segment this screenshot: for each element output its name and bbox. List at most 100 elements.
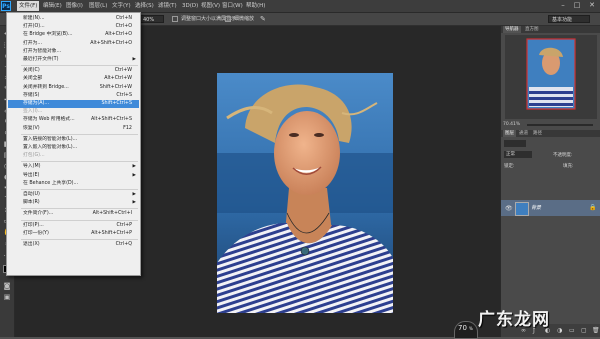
menu-item-label: 打开为... bbox=[23, 40, 42, 46]
menu-item-label: 打开为智能对象... bbox=[23, 48, 62, 54]
file-menu-item[interactable]: 最近打开文件(T) ▶ bbox=[8, 56, 139, 64]
menu-item-shortcut: Alt+Shift+Ctrl+O bbox=[90, 40, 132, 46]
menu-7[interactable]: 3D(D) bbox=[180, 1, 200, 11]
zoom-percent-field[interactable]: 40% bbox=[140, 15, 164, 23]
file-menu-item[interactable]: 关闭全部 Alt+Ctrl+W bbox=[8, 75, 139, 83]
menu-item-shortcut: Shift+Ctrl+W bbox=[99, 84, 132, 90]
menu-item-label: 置入链接的智能对象(L)... bbox=[23, 136, 78, 142]
file-menu-item[interactable]: 打印一份(Y) Alt+Shift+Ctrl+P bbox=[8, 230, 139, 238]
menu-item-label: 打印一份(Y) bbox=[23, 230, 49, 236]
file-menu-item[interactable]: 置入链接的智能对象(L)... bbox=[8, 136, 139, 144]
menu-item-shortcut: Alt+Shift+Ctrl+S bbox=[90, 117, 132, 123]
folder-icon[interactable]: ▭ bbox=[569, 327, 575, 334]
file-menu-item[interactable]: 打开为智能对象... bbox=[8, 48, 139, 56]
adjustment-icon[interactable]: ◑ bbox=[557, 327, 562, 334]
layer-name[interactable]: 背景 bbox=[531, 204, 541, 211]
menu-item-label: 存储为 Web 所用格式... bbox=[23, 117, 75, 123]
scrubby-zoom-checkbox[interactable] bbox=[225, 16, 231, 22]
menu-item-shortcut: Alt+Shift+Ctrl+I bbox=[92, 211, 132, 217]
menu-separator bbox=[21, 65, 138, 67]
file-menu-item[interactable]: 恢复(V) F12 bbox=[8, 125, 139, 133]
menu-item-shortcut: Ctrl+O bbox=[115, 24, 132, 30]
menu-item-label: 签入(I)... bbox=[23, 109, 43, 115]
maximize-button[interactable]: □ bbox=[571, 1, 583, 10]
file-menu-item[interactable]: 关闭(C) Ctrl+W bbox=[8, 67, 139, 75]
file-menu-item[interactable]: 文件简介(F)... Alt+Shift+Ctrl+I bbox=[8, 210, 139, 218]
file-menu-item[interactable]: 导出(E) ▶ bbox=[8, 172, 139, 180]
menu-3[interactable]: 图层(L) bbox=[87, 1, 109, 11]
minimize-button[interactable]: – bbox=[557, 1, 569, 10]
screen-mode-icon[interactable]: ▣ bbox=[3, 293, 11, 301]
menu-item-shortcut: F12 bbox=[123, 125, 132, 131]
file-menu-item[interactable]: 在 Behance 上共享(D)... bbox=[8, 180, 139, 188]
menu-item-label: 关闭(C) bbox=[23, 68, 40, 74]
file-menu-item[interactable]: 新建(N)... Ctrl+N bbox=[8, 15, 139, 23]
menu-0[interactable]: 文件(F) bbox=[17, 1, 40, 11]
trash-icon[interactable]: 🗑 bbox=[592, 327, 600, 334]
file-menu-item[interactable]: 自动(U) ▶ bbox=[8, 191, 139, 199]
file-menu-item[interactable]: 置入嵌入的智能对象(L)... bbox=[8, 144, 139, 152]
menu-item-shortcut: Alt+Ctrl+O bbox=[105, 32, 132, 38]
file-menu-item[interactable]: 导入(M) ▶ bbox=[8, 163, 139, 171]
performance-gauge: 70 % bbox=[454, 321, 478, 339]
file-menu-item[interactable]: 关闭并转到 Bridge... Shift+Ctrl+W bbox=[8, 84, 139, 92]
menu-item-label: 关闭并转到 Bridge... bbox=[23, 84, 69, 90]
menu-separator bbox=[21, 239, 138, 240]
navigator-tabs: 导航器 直方图 bbox=[501, 26, 600, 33]
layer-row-background[interactable]: 👁 背景 🔒 bbox=[501, 200, 600, 216]
submenu-arrow-icon: ▶ bbox=[132, 200, 136, 206]
menu-10[interactable]: 帮助(H) bbox=[244, 1, 267, 11]
file-menu-item[interactable]: 存储(S) Ctrl+S bbox=[8, 92, 139, 100]
file-menu-item[interactable]: 在 Bridge 中浏览(B)... Alt+Ctrl+O bbox=[8, 31, 139, 39]
tab-paths[interactable]: 路径 bbox=[531, 130, 544, 137]
menu-separator bbox=[21, 208, 138, 210]
menu-item-label: 自动(U) bbox=[23, 192, 40, 197]
menu-6[interactable]: 滤镜(T) bbox=[156, 1, 179, 11]
menu-item-shortcut: Alt+Shift+Ctrl+P bbox=[91, 230, 132, 236]
file-menu-dropdown: 新建(N)... Ctrl+N 打开(O)... Ctrl+O 在 Bridge 中浏览… bbox=[6, 12, 141, 276]
menu-2[interactable]: 图像(I) bbox=[64, 1, 85, 11]
file-menu-item[interactable]: 脚本(R) ▶ bbox=[8, 199, 139, 207]
tab-channels[interactable]: 通道 bbox=[517, 130, 530, 137]
menu-8[interactable]: 视图(V) bbox=[199, 1, 222, 11]
menu-1[interactable]: 编辑(E) bbox=[41, 1, 64, 11]
menu-item-label: 导入(M) bbox=[23, 164, 41, 170]
menu-item-label: 打开(O)... bbox=[23, 24, 45, 30]
blend-mode-select[interactable]: 正常 bbox=[504, 151, 532, 158]
navigator-zoom-value[interactable]: 70.41% bbox=[503, 122, 520, 127]
file-menu-item[interactable]: 打开(O)... Ctrl+O bbox=[8, 23, 139, 31]
menu-item-label: 最近打开文件(T) bbox=[23, 57, 59, 62]
menu-item-label: 脚本(R) bbox=[23, 200, 40, 206]
new-layer-icon[interactable]: ▢ bbox=[581, 327, 587, 334]
close-button[interactable]: ✕ bbox=[586, 1, 598, 10]
visibility-eye-icon[interactable]: 👁 bbox=[505, 205, 513, 212]
menu-item-shortcut: Ctrl+P bbox=[116, 222, 132, 228]
file-menu-item[interactable]: 打开为... Alt+Shift+Ctrl+O bbox=[8, 40, 139, 48]
right-panels: 导航器 直方图 70.41% 图层 通道 路径 正常 不透明度: 锁定: 填充:… bbox=[500, 26, 600, 337]
file-menu-item[interactable]: 存储为(A)... Shift+Ctrl+S bbox=[8, 100, 139, 109]
menu-4[interactable]: 文字(Y) bbox=[110, 1, 133, 11]
file-menu-item[interactable]: 退出(X) Ctrl+Q bbox=[8, 241, 139, 249]
menu-item-shortcut: Alt+Ctrl+W bbox=[104, 76, 132, 82]
tab-layers[interactable]: 图层 bbox=[503, 130, 516, 137]
layer-filter-select[interactable] bbox=[504, 140, 526, 147]
menu-item-label: 文件简介(F)... bbox=[23, 211, 54, 217]
submenu-arrow-icon: ▶ bbox=[132, 57, 136, 62]
file-menu-item[interactable]: 存储为 Web 所用格式... Alt+Shift+Ctrl+S bbox=[8, 116, 139, 124]
menu-item-label: 打包(G)... bbox=[23, 153, 45, 159]
menu-9[interactable]: 窗口(W) bbox=[220, 1, 245, 11]
quick-mask-icon[interactable]: ◙ bbox=[3, 282, 11, 290]
layers-tabs: 图层 通道 路径 bbox=[501, 130, 600, 137]
fit-windows-checkbox[interactable] bbox=[172, 16, 178, 22]
submenu-arrow-icon: ▶ bbox=[132, 164, 136, 170]
layer-thumbnail bbox=[515, 202, 529, 216]
menu-5[interactable]: 选择(S) bbox=[133, 1, 156, 11]
navigator-preview[interactable] bbox=[505, 35, 597, 119]
navigator-zoom-slider[interactable] bbox=[527, 124, 593, 126]
workspace-select[interactable]: 基本功能 bbox=[548, 15, 590, 23]
tab-navigator[interactable]: 导航器 bbox=[503, 26, 521, 33]
menu-separator bbox=[21, 161, 138, 163]
eyedropper-icon[interactable]: ✎ bbox=[260, 15, 266, 23]
tab-histogram[interactable]: 直方图 bbox=[523, 26, 541, 33]
file-menu-item[interactable]: 打印(P)... Ctrl+P bbox=[8, 222, 139, 230]
